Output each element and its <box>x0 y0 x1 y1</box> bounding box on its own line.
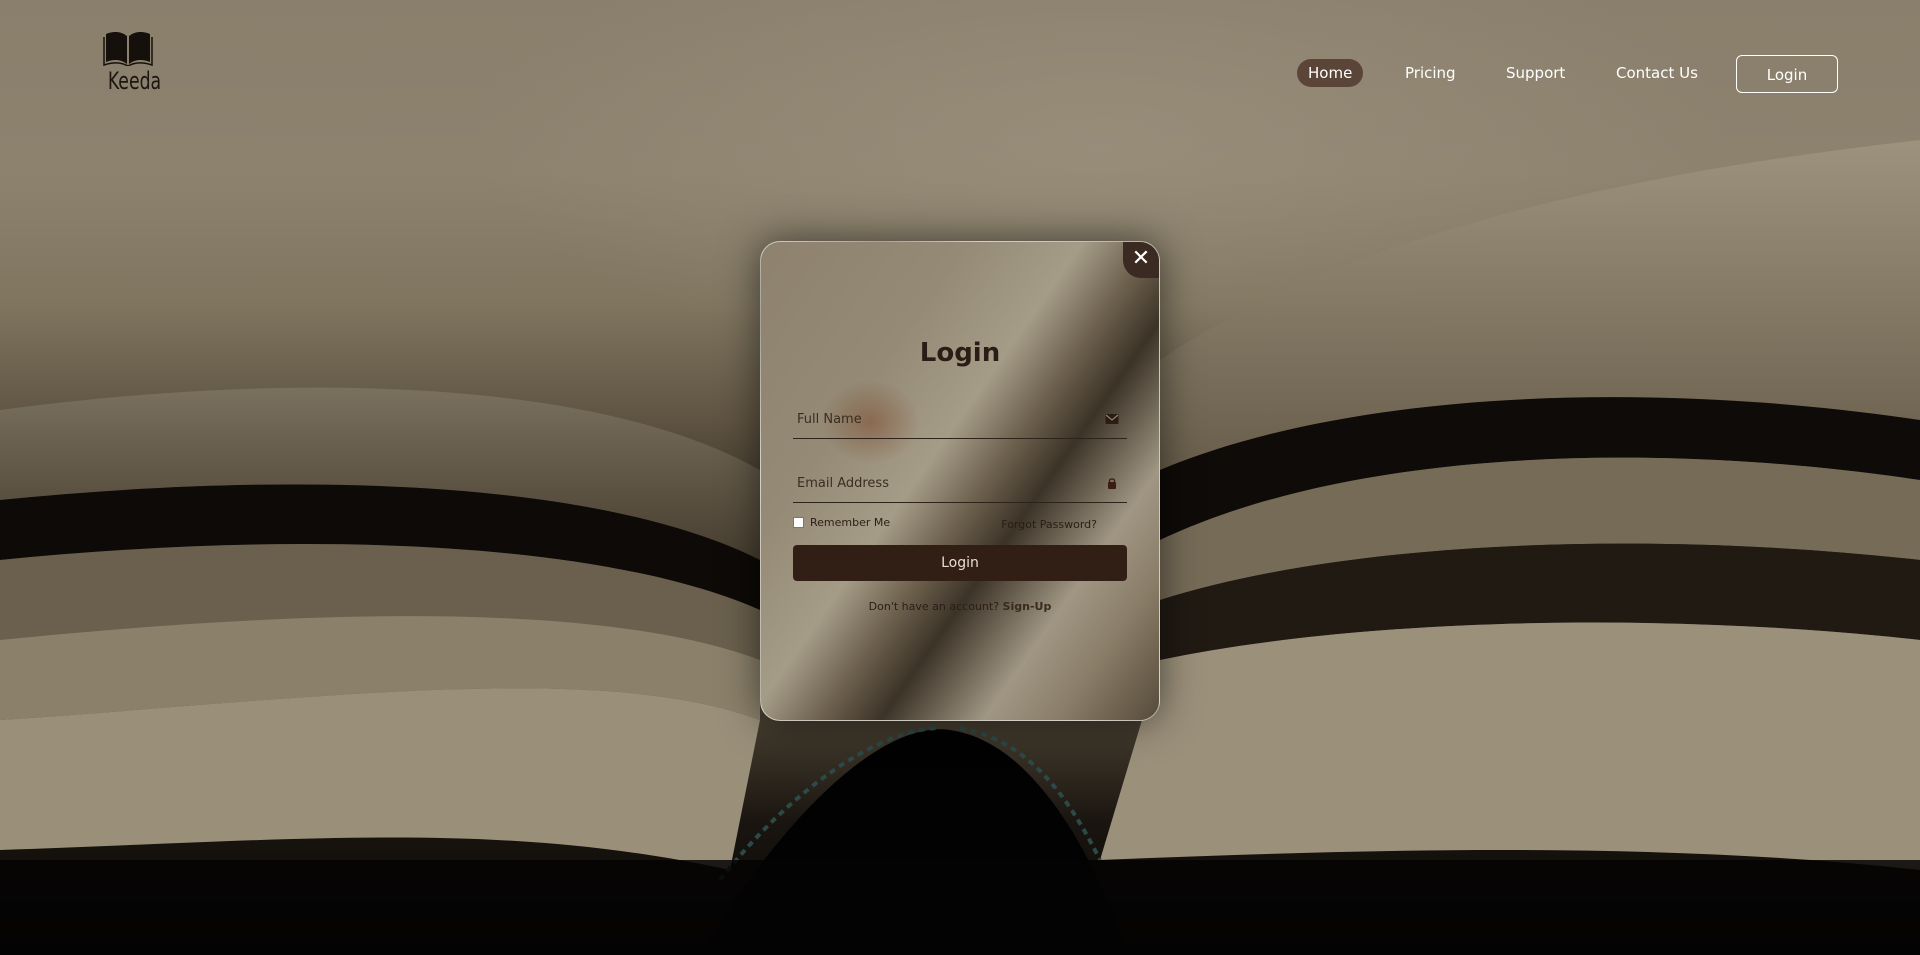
close-icon: ✕ <box>1131 246 1151 271</box>
nav-home[interactable]: Home <box>1297 59 1364 87</box>
signup-row: Don't have an account? Sign-Up <box>761 600 1159 613</box>
forgot-password-link[interactable]: Forgot Password? <box>1001 518 1097 531</box>
signup-prompt: Don't have an account? <box>868 600 1000 613</box>
remember-me-checkbox[interactable] <box>793 517 804 528</box>
login-modal: ✕ Login Remember Me Forgot Password? <box>760 241 1160 721</box>
nav-support[interactable]: Support <box>1506 59 1565 87</box>
close-button[interactable]: ✕ <box>1123 242 1159 278</box>
email-field <box>793 466 1127 503</box>
nav-contact-us[interactable]: Contact Us <box>1616 59 1698 87</box>
brand-name: Keeda <box>107 67 162 95</box>
header-login-button[interactable]: Login <box>1736 55 1838 93</box>
full-name-field <box>793 402 1127 439</box>
login-submit-button[interactable]: Login <box>793 545 1127 581</box>
modal-title: Login <box>919 338 1001 368</box>
envelope-icon <box>1105 414 1119 424</box>
signup-link[interactable]: Sign-Up <box>1003 600 1052 613</box>
open-book-icon <box>103 31 153 66</box>
remember-me[interactable]: Remember Me <box>793 516 890 529</box>
nav-pricing[interactable]: Pricing <box>1405 59 1456 87</box>
lock-icon <box>1108 478 1116 489</box>
login-options-row: Remember Me Forgot Password? <box>793 516 1127 534</box>
full-name-input[interactable] <box>793 402 1091 436</box>
login-page: Keeda Home Pricing Support Contact Us Lo… <box>0 0 1920 955</box>
email-input[interactable] <box>793 466 1091 500</box>
remember-me-label: Remember Me <box>810 516 891 529</box>
brand-logo[interactable]: Keeda <box>100 26 162 106</box>
